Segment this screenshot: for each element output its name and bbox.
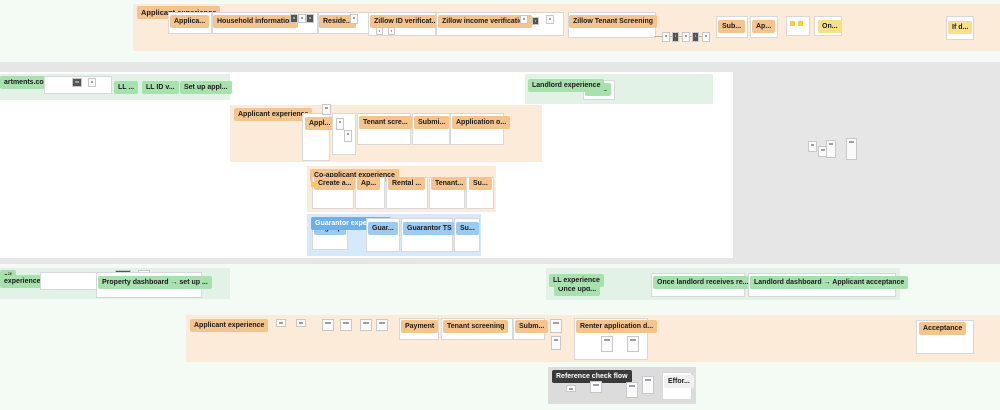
- floating-thumb-1: [808, 141, 817, 152]
- thumb-top-e: [376, 27, 383, 35]
- tag-subm[interactable]: Subm...: [515, 320, 549, 333]
- tag-on[interactable]: On...: [818, 20, 842, 33]
- tag-ap[interactable]: Ap...: [752, 20, 776, 33]
- thumb-app2-c: [344, 130, 352, 142]
- tag-landlord-dashboard[interactable]: Landlord dashboard → Applicant acceptanc…: [750, 276, 909, 289]
- thumb-ref-a: [566, 385, 576, 392]
- frame-bl-1: [40, 272, 98, 290]
- tag-applica[interactable]: Applica...: [170, 15, 210, 28]
- tag-ll[interactable]: LL ...: [114, 81, 139, 94]
- section-label-ll[interactable]: LL experience: [549, 274, 604, 287]
- tag-renter-application[interactable]: Renter application d...: [576, 320, 658, 333]
- tag-zillow-ts[interactable]: Zillow Tenant Screening: [569, 15, 657, 28]
- tag-guarantor-ts[interactable]: Guarantor TS: [403, 222, 456, 235]
- tag-sub[interactable]: Sub...: [718, 20, 746, 33]
- thumb-bb-e: [360, 319, 372, 331]
- tag-property-dashboard[interactable]: Property dashboard → set up ...: [98, 276, 212, 289]
- thumb-bb-i: [601, 336, 613, 352]
- thumb-top-d: [350, 14, 358, 24]
- tag-setup-appl[interactable]: Set up appl...: [180, 81, 232, 94]
- tag-zillow-income[interactable]: Zillow income verification: [438, 15, 532, 28]
- thumb-ref-c: [626, 382, 638, 398]
- tag-su-co[interactable]: Su...: [469, 177, 492, 190]
- tag-if-d[interactable]: If d...: [948, 21, 973, 34]
- tag-create-a[interactable]: Create a...: [314, 177, 356, 190]
- tag-submi[interactable]: Submi...: [414, 116, 450, 129]
- thumb-app2-a: [322, 104, 331, 115]
- tag-guar[interactable]: Guar...: [368, 222, 398, 235]
- thumb-bb-h: [551, 336, 561, 350]
- thumb-ref-d: [642, 376, 654, 394]
- section-label-applicant-bottom[interactable]: Applicant experience: [190, 319, 269, 332]
- tag-tenant-co[interactable]: Tenant...: [431, 177, 468, 190]
- tag-once-landlord[interactable]: Once landlord receives re...: [653, 276, 753, 289]
- thumb-top-h: [532, 17, 539, 25]
- floating-thumb-3: [826, 140, 836, 158]
- thumb-top-g: [520, 15, 528, 24]
- thumb-bb-c: [322, 319, 334, 331]
- tag-su-g[interactable]: Su...: [456, 222, 479, 235]
- thumb-top-b: [298, 14, 306, 23]
- thumb-bb-f: [376, 319, 388, 331]
- thumb-top-i: [546, 15, 554, 24]
- tag-rental[interactable]: Rental ...: [388, 177, 426, 190]
- label-experience-left[interactable]: experience: [0, 275, 45, 288]
- thumb-bb-a: [276, 319, 286, 327]
- tag-application-o[interactable]: Application o...: [452, 116, 511, 129]
- thumb-top-m: [692, 32, 699, 42]
- sticky-yellow-1: [790, 21, 795, 26]
- tag-household[interactable]: Household information: [213, 15, 298, 28]
- section-label-applicant-2[interactable]: Applicant experience: [234, 108, 313, 121]
- thumb-top-j: [662, 32, 670, 42]
- tag-payment[interactable]: Payment: [401, 320, 439, 333]
- thumb-ref-b: [590, 381, 602, 393]
- tag-effort[interactable]: Effor...: [664, 375, 694, 388]
- tag-tenant-scre[interactable]: Tenant scre...: [359, 116, 412, 129]
- tag-appl[interactable]: Appl...: [305, 117, 335, 130]
- thumb-bb-b: [296, 319, 306, 327]
- thumb-bb-j: [627, 336, 639, 352]
- thumb-top-k: [672, 32, 679, 42]
- thumb-top-c: [306, 14, 314, 23]
- floating-thumb-4: [846, 138, 857, 160]
- frame-top-9: [786, 16, 810, 36]
- tag-acceptance[interactable]: Acceptance: [919, 322, 967, 335]
- thumb-app2-b: [336, 118, 344, 130]
- tag-ll-id[interactable]: LL ID v...: [142, 81, 179, 94]
- tag-ap-co[interactable]: Ap...: [357, 177, 381, 190]
- section-label-landlord[interactable]: Landlord experience: [528, 79, 605, 92]
- sticky-yellow-2: [798, 21, 803, 26]
- thumb-top-a: [290, 14, 298, 23]
- thumb-row2-a: [72, 78, 82, 87]
- sticky-coapp: [311, 182, 316, 187]
- thumb-top-f: [388, 27, 395, 35]
- thumb-bb-g: [550, 319, 562, 333]
- thumb-row2-b: [88, 78, 96, 87]
- tag-tenant-screening[interactable]: Tenant screening: [443, 320, 509, 333]
- thumb-bb-d: [340, 319, 352, 331]
- thumb-top-n: [702, 32, 710, 42]
- thumb-top-l: [682, 32, 690, 42]
